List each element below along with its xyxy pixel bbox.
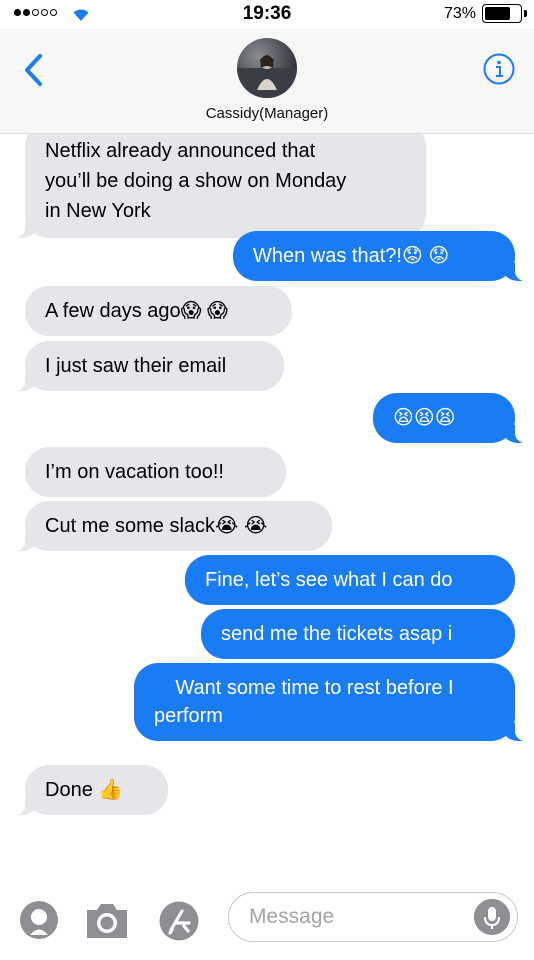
message-bubble-incoming[interactable]: I just saw their email xyxy=(15,341,284,391)
message-text-line: Netflix already announced that xyxy=(45,140,316,162)
message-bubble-outgoing[interactable]: Fine, let’s see what I can do xyxy=(185,555,515,605)
compose-bar xyxy=(0,874,534,960)
message-text-line: you’ll be doing a show on Monday xyxy=(45,170,347,192)
microphone-icon[interactable] xyxy=(474,899,510,935)
message-text: Fine, let’s see what I can do xyxy=(205,569,453,591)
message-text: Cut me some slack😭 😭 xyxy=(45,515,268,537)
battery-level xyxy=(485,7,510,20)
message-bubble-outgoing[interactable]: When was that?!😟 😟 xyxy=(233,231,525,281)
battery-icon xyxy=(482,4,522,23)
message-text: Done 👍 xyxy=(45,779,124,801)
message-text: I’m on vacation too!! xyxy=(45,461,224,483)
message-input-container xyxy=(228,892,518,942)
info-icon[interactable] xyxy=(483,53,515,85)
contact-name[interactable]: Cassidy(Manager) xyxy=(0,105,534,122)
message-text: I just saw their email xyxy=(45,355,227,377)
message-bubble-outgoing[interactable]: Want some time to rest before I perform xyxy=(134,663,525,741)
message-bubble-incoming[interactable]: Netflix already announced that you’ll be… xyxy=(15,134,426,238)
status-bar: 19:36 73% xyxy=(0,0,534,28)
message-bubble-incoming[interactable]: I’m on vacation too!! xyxy=(25,447,286,497)
back-chevron-icon[interactable] xyxy=(18,50,48,90)
message-bubble-incoming[interactable]: A few days ago😱 😱 xyxy=(25,286,292,336)
message-text: When was that?!😟 😟 xyxy=(253,245,450,267)
memoji-icon[interactable] xyxy=(19,900,59,940)
battery-tip xyxy=(524,10,527,17)
message-text: A few days ago😱 😱 xyxy=(45,300,228,322)
contact-avatar[interactable] xyxy=(237,38,297,98)
message-text-line: perform xyxy=(154,705,223,727)
message-thread: Netflix already announced that you’ll be… xyxy=(0,134,534,874)
avatar-photo xyxy=(237,55,297,98)
message-text: 😫😫😫 xyxy=(393,407,456,429)
message-bubble-incoming[interactable]: Cut me some slack😭 😭 xyxy=(15,501,332,551)
camera-icon[interactable] xyxy=(83,900,131,940)
message-bubble-outgoing[interactable]: 😫😫😫 xyxy=(373,393,525,443)
message-text-line: in New York xyxy=(45,200,151,222)
message-bubble-incoming[interactable]: Done 👍 xyxy=(15,765,168,815)
app-store-icon[interactable] xyxy=(158,900,200,942)
battery-percentage: 73% xyxy=(443,5,476,22)
message-text: send me the tickets asap i xyxy=(221,623,453,645)
message-input[interactable] xyxy=(249,901,469,933)
message-bubble-outgoing[interactable]: send me the tickets asap i xyxy=(201,609,515,659)
message-text-line: Want some time to rest before I xyxy=(175,677,454,699)
conversation-header: Cassidy(Manager) xyxy=(0,28,534,134)
